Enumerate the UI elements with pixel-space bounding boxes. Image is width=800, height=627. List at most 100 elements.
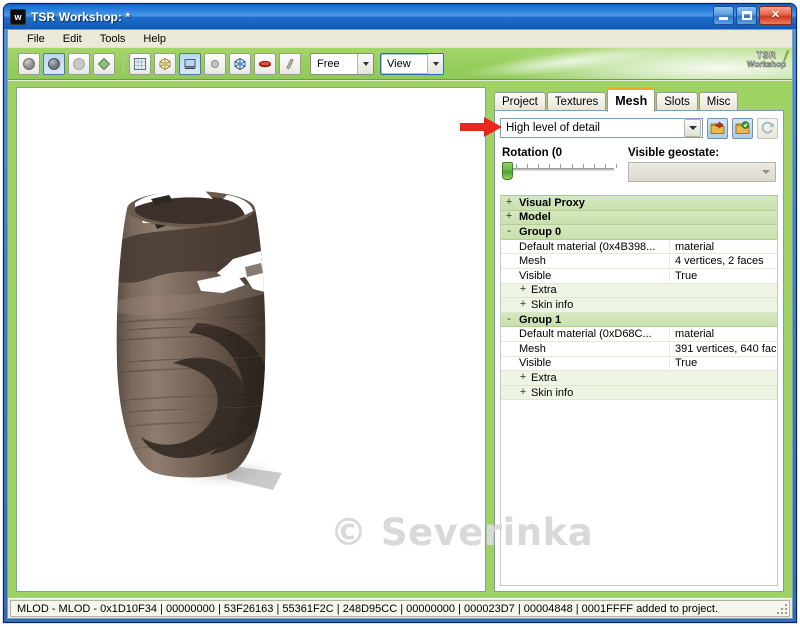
- refresh-icon: [761, 121, 775, 135]
- window-title: TSR Workshop: *: [31, 10, 130, 24]
- chevron-down-icon[interactable]: [427, 54, 443, 74]
- sphere-gray-button[interactable]: [18, 53, 40, 75]
- expander-icon[interactable]: +: [515, 387, 531, 399]
- sphere-selected-button[interactable]: [43, 53, 65, 75]
- menu-item-help[interactable]: Help: [134, 32, 175, 46]
- maximize-button[interactable]: [736, 6, 757, 25]
- grid-row-mesh-0[interactable]: Mesh 4 vertices, 2 faces: [501, 254, 777, 269]
- grid-row-skin-info-1[interactable]: + Skin info: [501, 386, 777, 401]
- expander-icon[interactable]: +: [501, 211, 517, 223]
- expander-icon[interactable]: -: [501, 314, 517, 326]
- tab-project[interactable]: Project: [494, 92, 546, 111]
- vase-model: [77, 173, 307, 503]
- mesh-gold-button[interactable]: [154, 53, 176, 75]
- logo-line-1: TSR: [747, 51, 786, 60]
- close-icon: ✕: [771, 10, 780, 21]
- grid-row-extra-1[interactable]: + Extra: [501, 371, 777, 386]
- mesh-tab-panel: High level of detail: [494, 110, 784, 592]
- menu-item-edit[interactable]: Edit: [54, 32, 91, 46]
- tsr-workshop-logo: TSR Workshop: [747, 51, 786, 69]
- lod-combo[interactable]: High level of detail: [500, 118, 703, 138]
- minimize-button[interactable]: [713, 6, 734, 25]
- logo-line-2: Workshop: [747, 61, 786, 69]
- grid-row-group-0[interactable]: - Group 0: [501, 225, 777, 240]
- screen-icon: [183, 57, 197, 71]
- expander-icon[interactable]: +: [515, 284, 531, 296]
- lod-combo-value: High level of detail: [501, 122, 684, 134]
- grid-row-skin-info-0[interactable]: + Skin info: [501, 298, 777, 313]
- grid-row-mesh-1[interactable]: Mesh 391 vertices, 640 faces: [501, 342, 777, 357]
- viewport-frame: [16, 87, 486, 592]
- import-mesh-button[interactable]: [707, 118, 728, 139]
- import-mesh-icon: [710, 121, 725, 135]
- red-disc-icon: [258, 57, 272, 71]
- grid-row-group-1[interactable]: - Group 1: [501, 313, 777, 328]
- rotation-label: Rotation (0: [502, 147, 620, 159]
- screen-button[interactable]: [179, 53, 201, 75]
- tab-textures[interactable]: Textures: [547, 92, 606, 111]
- grid-row-default-material-1[interactable]: Default material (0xD68C... material: [501, 327, 777, 342]
- sphere-gray-icon: [22, 57, 36, 71]
- expander-icon[interactable]: +: [515, 299, 531, 311]
- main-toolbar: Free View TSR Workshop: [8, 48, 792, 80]
- grid-row-visible-1[interactable]: Visible True: [501, 357, 777, 372]
- geostate-combo[interactable]: [628, 162, 776, 182]
- grid-row-label: Default material (0x4B398...: [517, 241, 669, 253]
- grid-button[interactable]: [129, 53, 151, 75]
- sphere-selected-icon: [47, 57, 61, 71]
- client-area: File Edit Tools Help: [7, 29, 793, 619]
- expander-icon[interactable]: -: [501, 226, 517, 238]
- resize-grip[interactable]: [777, 604, 789, 616]
- title-bar[interactable]: w TSR Workshop: * ✕: [4, 4, 796, 29]
- grid-row-label: Visible: [517, 357, 669, 369]
- menu-bar: File Edit Tools Help: [8, 30, 792, 48]
- chevron-down-icon[interactable]: [757, 163, 774, 181]
- tab-misc[interactable]: Misc: [699, 92, 739, 111]
- status-bar: MLOD - MLOD - 0x1D10F34 | 00000000 | 53F…: [8, 598, 792, 618]
- mesh-blue-button[interactable]: [229, 53, 251, 75]
- expander-icon[interactable]: +: [501, 197, 517, 209]
- close-button[interactable]: ✕: [759, 6, 792, 25]
- grid-row-value: material: [669, 241, 777, 253]
- 3d-viewport[interactable]: [17, 88, 485, 591]
- tab-slots[interactable]: Slots: [656, 92, 698, 111]
- grid-row-label: Skin info: [531, 387, 573, 399]
- red-disc-button[interactable]: [254, 53, 276, 75]
- grid-row-model[interactable]: + Model: [501, 211, 777, 226]
- grid-row-default-material-0[interactable]: Default material (0x4B398... material: [501, 240, 777, 255]
- tab-mesh[interactable]: Mesh: [607, 88, 655, 112]
- refresh-button: [757, 118, 778, 139]
- grid-row-label: Group 0: [517, 226, 561, 238]
- bone-button[interactable]: [279, 53, 301, 75]
- chevron-down-icon[interactable]: [357, 54, 373, 74]
- view-combo[interactable]: View: [380, 53, 444, 75]
- geostate-block: Visible geostate:: [628, 147, 776, 182]
- transform-mode-value: Free: [311, 58, 357, 70]
- transform-mode-combo[interactable]: Free: [310, 53, 374, 75]
- properties-panel: Project Textures Mesh Slots Misc Hi: [494, 87, 784, 592]
- toolbar-separator: [123, 54, 124, 74]
- grid-row-label: Default material (0xD68C...: [517, 328, 669, 340]
- minimize-icon: [719, 17, 728, 20]
- app-icon: w: [10, 9, 26, 25]
- chevron-down-icon[interactable]: [684, 119, 701, 137]
- grid-row-extra-0[interactable]: + Extra: [501, 284, 777, 299]
- grid-row-visible-0[interactable]: Visible True: [501, 269, 777, 284]
- diamond-button[interactable]: [93, 53, 115, 75]
- expander-icon[interactable]: +: [515, 372, 531, 384]
- menu-item-file[interactable]: File: [18, 32, 54, 46]
- export-mesh-button[interactable]: [732, 118, 753, 139]
- mesh-gold-icon: [158, 57, 172, 71]
- small-sphere-icon: [208, 57, 222, 71]
- panel-tabs: Project Textures Mesh Slots Misc: [494, 87, 784, 111]
- grid-row-value: 4 vertices, 2 faces: [669, 255, 777, 267]
- grid-row-value: True: [669, 357, 777, 369]
- sphere-faded-button[interactable]: [68, 53, 90, 75]
- application-window: w TSR Workshop: * ✕ File Edit Tools: [3, 3, 797, 623]
- small-sphere-button[interactable]: [204, 53, 226, 75]
- grid-row-label: Visual Proxy: [517, 197, 585, 209]
- mesh-property-grid[interactable]: + Visual Proxy + Model - Group 0: [500, 195, 778, 586]
- lod-row: High level of detail: [500, 118, 778, 138]
- grid-row-visual-proxy[interactable]: + Visual Proxy: [501, 196, 777, 211]
- menu-item-tools[interactable]: Tools: [91, 32, 135, 46]
